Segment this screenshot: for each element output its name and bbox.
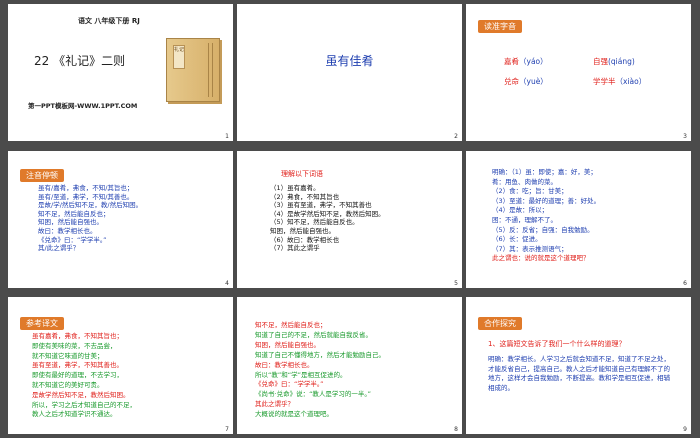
text-block: 虽有嘉肴，弗食，不知其旨也； 即使有美味的菜，不去品尝， 就不知道它味道的甘美；… xyxy=(32,332,136,420)
slide-number: 2 xyxy=(454,133,458,140)
text-line: （3）至道：最好的道理；善：好处。 xyxy=(492,196,601,205)
text-line: 《尚书·兑命》说：“教人是学习的一半。” xyxy=(255,390,372,399)
text-line: 即使有最好的道理，不去学习， xyxy=(32,371,123,380)
pinyin-item: 自强(qiáng) xyxy=(593,57,635,66)
text-line: （6）故曰：教学相长也 xyxy=(270,235,340,244)
slide-4[interactable]: 注音停顿 虽有/嘉肴，弗食，不知/其旨也； 虽有/至道，弗学，不知/其善也。 是… xyxy=(8,151,233,288)
text-line: 此之谓也：说的就是这个道理吧？ xyxy=(492,254,590,263)
question: 1、这篇短文告诉了我们一个什么样的道理？ xyxy=(488,340,626,348)
text-line: 教人之后才知道学识不通达。 xyxy=(32,410,117,419)
text-line: （1）虽有嘉肴。 xyxy=(270,184,320,192)
book-label: 礼记 xyxy=(173,45,185,69)
text-line: 是故学然后知不足，教然后知困。 xyxy=(32,390,130,399)
text-line: 《兑命》曰：“学学半。” xyxy=(255,380,324,389)
text-line: 其此之谓乎？ xyxy=(255,400,294,409)
text-line: 知道了自己不懂得地方，然后才能勉励自己。 xyxy=(255,350,385,359)
book-image: 礼记 xyxy=(166,38,220,102)
slide-5[interactable]: 理解以下词语 （1）虽有嘉肴。 （2）弗食，不知其旨也 （3）虽有至道，弗学，不… xyxy=(237,151,462,288)
section-heading: 理解以下词语 xyxy=(281,170,323,178)
text-line: （7）其此之谓乎 xyxy=(270,244,320,253)
text-line: 虽有至道，弗学，不知其善也。 xyxy=(32,361,123,370)
slide-1-header: 语文 八年级下册 RJ xyxy=(78,17,140,25)
text-line: （4）是故：所以； xyxy=(492,206,549,215)
text-line: 其/此之谓乎？ xyxy=(38,244,80,253)
slide-number: 6 xyxy=(683,280,687,287)
answer: 明确：教学相长。人学习之后就会知道不足，知道了不足之处，才能反省自己，提高自己。… xyxy=(488,355,670,392)
text-block: 虽有/嘉肴，弗食，不知/其旨也； 虽有/至道，弗学，不知/其善也。 是故/学/然… xyxy=(38,184,142,253)
text-line: （2）食：吃；旨：甘美； xyxy=(492,187,568,196)
text-line: 所以“教”和“学”是相互促进的。 xyxy=(255,370,347,379)
section-tag: 注音停顿 xyxy=(20,169,64,182)
text-line: 困：不通，理解不了。 xyxy=(492,215,557,224)
slide-number: 1 xyxy=(225,133,229,140)
text-line: 明确：（1）虽：即使；嘉：好，美； xyxy=(492,168,597,176)
section-tag: 读准字音 xyxy=(478,20,522,33)
text-line: 知困，然后能自强也。 xyxy=(255,340,320,349)
slide-6[interactable]: 明确：（1）虽：即使；嘉：好，美； 肴：用鱼、肉做的菜。 （2）食：吃；旨：甘美… xyxy=(466,151,691,288)
slide-number: 3 xyxy=(683,133,687,140)
text-line: （5）反：反省；自强：自我勉励。 xyxy=(492,225,594,234)
text-line: 所以，学习之后才知道自己的不足， xyxy=(32,400,136,409)
slide-3[interactable]: 读准字音 嘉肴（yáo） 自强(qiáng) 兑命（yuè） 学学半（xiào）… xyxy=(466,4,691,141)
text-line: 即使有美味的菜，不去品尝， xyxy=(32,341,117,350)
slide-number: 4 xyxy=(225,280,229,287)
text-line: 就不知道它味道的甘美； xyxy=(32,351,104,360)
text-line: （3）虽有至道，弗学，不知其善也 xyxy=(270,201,372,210)
text-line: 知困，然后能自强也。 xyxy=(38,218,103,227)
text-line: 知道了自己的不足，然后就能自我反省。 xyxy=(255,330,372,339)
text-line: 故曰：教学相长也。 xyxy=(255,360,314,369)
text-line: 大概说的就是这个道理吧。 xyxy=(255,410,333,419)
text-line: （7）其：表示推测语气； xyxy=(492,244,568,253)
slide-9[interactable]: 合作探究 1、这篇短文告诉了我们一个什么样的道理？ 明确：教学相长。人学习之后就… xyxy=(466,297,691,434)
pinyin-item: 学学半（xiào） xyxy=(593,77,647,86)
text-line: （2）弗食，不知其旨也 xyxy=(270,192,340,201)
slide-1-footer: 第一PPT模板网-WWW.1PPT.COM xyxy=(28,102,138,110)
text-block: （1）虽有嘉肴。 （2）弗食，不知其旨也 （3）虽有至道，弗学，不知其善也 （4… xyxy=(270,184,385,253)
slide-number: 7 xyxy=(225,426,229,433)
slide-1[interactable]: 语文 八年级下册 RJ 22 《礼记》二则 第一PPT模板网-WWW.1PPT.… xyxy=(8,4,233,141)
slide-2-title: 虽有佳肴 xyxy=(325,54,374,68)
text-line: 知不足，然后能自反也； xyxy=(255,321,327,329)
text-block: 明确：（1）虽：即使；嘉：好，美； 肴：用鱼、肉做的菜。 （2）食：吃；旨：甘美… xyxy=(492,168,600,264)
text-line: 虽有/嘉肴，弗食，不知/其旨也； xyxy=(38,184,134,192)
slide-number: 8 xyxy=(454,426,458,433)
text-line: 肴：用鱼、肉做的菜。 xyxy=(492,177,557,186)
slide-2[interactable]: 虽有佳肴 2 xyxy=(237,4,462,141)
text-line: （5）知不足，然后能自反也。 xyxy=(270,218,359,227)
slide-number: 5 xyxy=(454,280,458,287)
section-tag: 合作探究 xyxy=(478,317,522,330)
text-line: 就不知道它的美好可贵。 xyxy=(32,380,104,389)
text-line: 故曰：教学相长也。 xyxy=(38,226,97,235)
slide-1-title: 22 《礼记》二则 xyxy=(34,54,126,68)
section-tag: 参考译文 xyxy=(20,317,64,330)
slide-7[interactable]: 参考译文 虽有嘉肴，弗食，不知其旨也； 即使有美味的菜，不去品尝， 就不知道它味… xyxy=(8,297,233,434)
text-line: 知困，然后能自强也。 xyxy=(270,226,335,235)
text-block: 知不足，然后能自反也； 知道了自己的不足，然后就能自我反省。 知困，然后能自强也… xyxy=(255,321,385,420)
text-line: 《兑命》曰：“学学半。” xyxy=(38,235,107,244)
pinyin-item: 兑命（yuè） xyxy=(504,77,548,86)
slide-number: 9 xyxy=(683,426,687,433)
text-line: 虽有/至道，弗学，不知/其善也。 xyxy=(38,192,134,201)
text-line: 是故/学/然后知不足，教/然后知困。 xyxy=(38,201,143,210)
pinyin-item: 嘉肴（yáo） xyxy=(504,57,548,66)
text-line: 虽有嘉肴，弗食，不知其旨也； xyxy=(32,332,123,340)
slide-8[interactable]: 知不足，然后能自反也； 知道了自己的不足，然后就能自我反省。 知困，然后能自强也… xyxy=(237,297,462,434)
text-line: （6）长：促进。 xyxy=(492,235,542,244)
